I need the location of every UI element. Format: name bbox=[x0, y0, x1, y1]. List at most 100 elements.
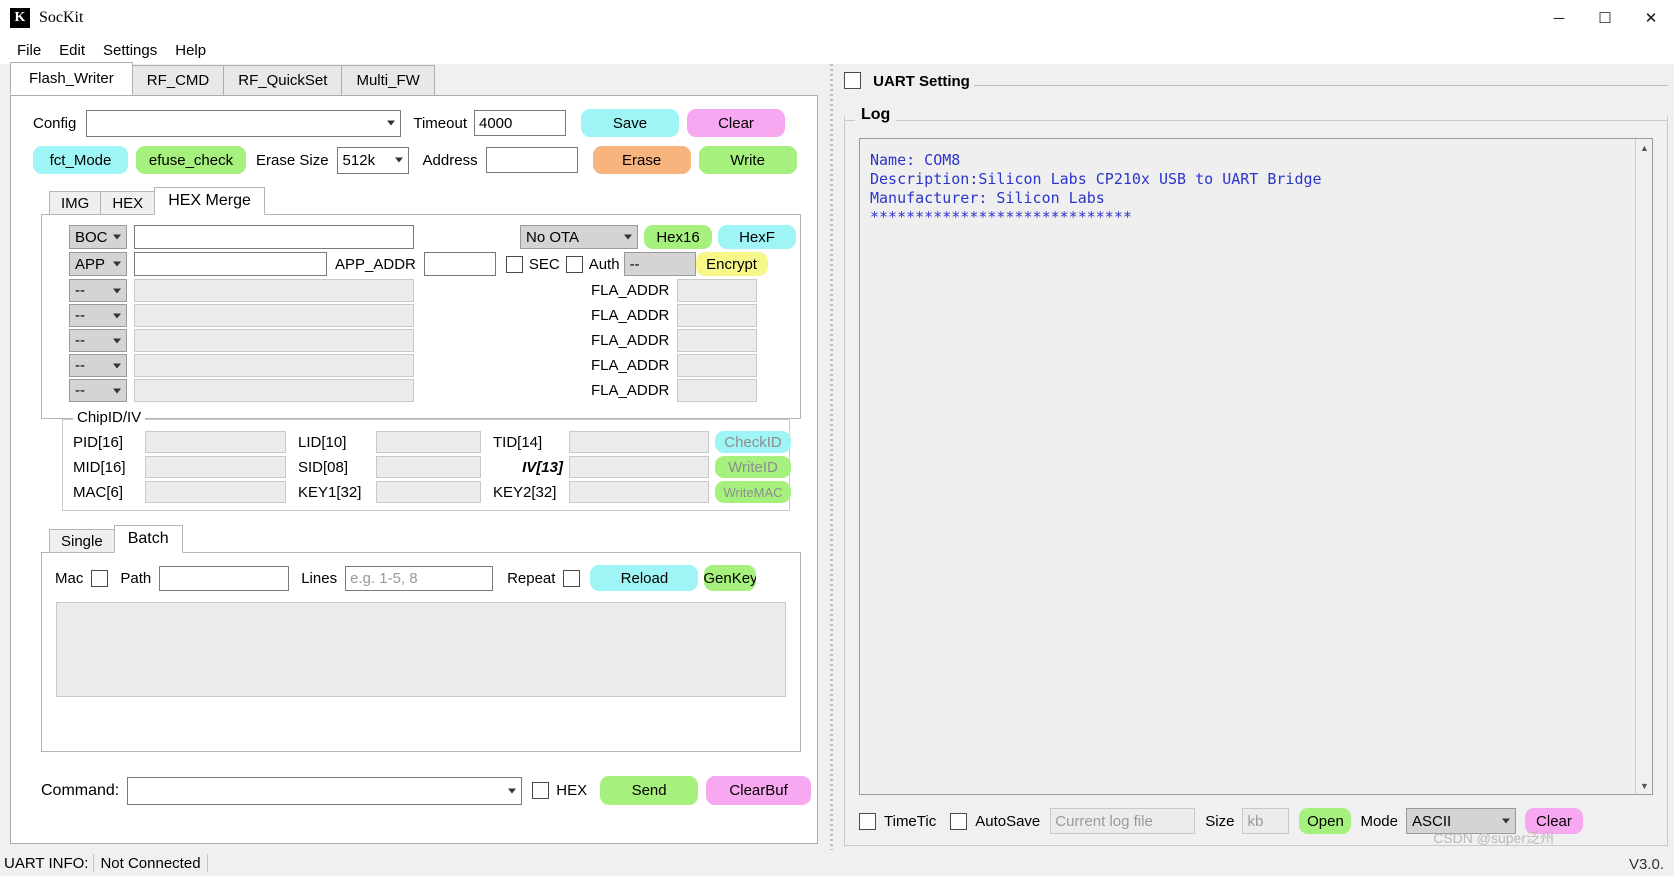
size-input[interactable] bbox=[1242, 808, 1290, 834]
app-type-value: APP bbox=[75, 255, 106, 273]
tab-rf-quickset[interactable]: RF_QuickSet bbox=[223, 65, 343, 95]
extra-path-input-4[interactable] bbox=[134, 354, 414, 377]
command-combobox[interactable] bbox=[127, 776, 523, 805]
app-path-input[interactable] bbox=[134, 252, 327, 276]
chevron-down-icon bbox=[1501, 818, 1510, 824]
erase-size-combobox[interactable]: 512k bbox=[336, 146, 409, 174]
fct-mode-button[interactable]: fct_Mode bbox=[33, 146, 128, 174]
pid-input[interactable] bbox=[145, 431, 286, 453]
extra-type-combobox-2[interactable]: -- bbox=[69, 304, 127, 327]
save-button[interactable]: Save bbox=[581, 109, 679, 137]
log-output[interactable]: Name: COM8 Description:Silicon Labs CP21… bbox=[859, 138, 1653, 795]
tab-hex[interactable]: HEX bbox=[100, 191, 156, 215]
efuse-check-button[interactable]: efuse_check bbox=[136, 146, 246, 174]
tab-multi-fw[interactable]: Multi_FW bbox=[341, 65, 435, 95]
timeout-input[interactable] bbox=[474, 110, 566, 136]
extra-path-input-3[interactable] bbox=[134, 329, 414, 352]
autosave-checkbox[interactable] bbox=[950, 812, 968, 830]
log-text: Name: COM8 Description:Silicon Labs CP21… bbox=[870, 151, 1322, 226]
tid-label: TID[14] bbox=[493, 433, 543, 451]
maximize-icon[interactable]: ☐ bbox=[1582, 0, 1628, 36]
app-addr-input[interactable] bbox=[423, 252, 496, 276]
extra-type-combobox-1[interactable]: -- bbox=[69, 279, 127, 302]
mid-input[interactable] bbox=[145, 456, 286, 478]
write-id-button[interactable]: WriteID bbox=[715, 456, 791, 478]
auth-combobox[interactable]: -- bbox=[623, 252, 696, 276]
erase-button[interactable]: Erase bbox=[592, 146, 691, 174]
pane-splitter[interactable] bbox=[828, 64, 836, 850]
clear-config-button[interactable]: Clear bbox=[687, 109, 785, 137]
lid-input[interactable] bbox=[376, 431, 481, 453]
tid-input[interactable] bbox=[569, 431, 709, 453]
check-id-button[interactable]: CheckID bbox=[715, 431, 791, 453]
uart-setting-checkbox[interactable] bbox=[844, 72, 861, 89]
menu-edit[interactable]: Edit bbox=[50, 40, 94, 61]
tab-rf-cmd[interactable]: RF_CMD bbox=[131, 65, 225, 95]
command-hex-checkbox[interactable] bbox=[532, 782, 550, 799]
fla-addr-input-3[interactable] bbox=[677, 329, 758, 352]
minimize-icon[interactable]: ─ bbox=[1536, 0, 1582, 36]
iv-input[interactable] bbox=[569, 456, 709, 478]
key2-input[interactable] bbox=[569, 481, 709, 503]
batch-controls-row: Mac Path Lines Repeat Reload GenKey bbox=[55, 565, 757, 591]
batch-mac-checkbox[interactable] bbox=[91, 569, 109, 587]
encrypt-button[interactable]: Encrypt bbox=[695, 252, 768, 276]
hexf-button[interactable]: HexF bbox=[718, 225, 796, 249]
menu-settings[interactable]: Settings bbox=[94, 40, 166, 61]
log-legend-right-rule bbox=[896, 119, 1667, 121]
scroll-up-icon[interactable]: ▲ bbox=[1636, 139, 1652, 156]
open-log-button[interactable]: Open bbox=[1299, 808, 1352, 834]
boc-path-input[interactable] bbox=[134, 225, 414, 249]
close-icon[interactable]: ✕ bbox=[1628, 0, 1674, 36]
extra-type-combobox-3[interactable]: -- bbox=[69, 329, 127, 352]
extra-path-input-1[interactable] bbox=[134, 279, 414, 302]
fla-addr-input-4[interactable] bbox=[677, 354, 758, 377]
tab-batch[interactable]: Batch bbox=[113, 525, 183, 553]
hex16-button[interactable]: Hex16 bbox=[644, 225, 712, 249]
sec-checkbox[interactable] bbox=[505, 255, 523, 273]
extra-path-input-5[interactable] bbox=[134, 379, 414, 402]
boc-type-combobox[interactable]: BOC bbox=[69, 225, 127, 249]
key1-label: KEY1[32] bbox=[298, 483, 362, 501]
log-scrollbar[interactable]: ▲ ▼ bbox=[1635, 139, 1652, 794]
menu-help[interactable]: Help bbox=[166, 40, 215, 61]
fla-addr-input-1[interactable] bbox=[677, 279, 758, 302]
fla-addr-input-5[interactable] bbox=[677, 379, 758, 402]
batch-path-input[interactable] bbox=[159, 565, 290, 591]
clearbuf-button[interactable]: ClearBuf bbox=[706, 776, 812, 805]
merge-row: -- FLA_ADDR bbox=[69, 304, 758, 327]
write-mac-button[interactable]: WriteMAC bbox=[715, 481, 791, 503]
address-label: Address bbox=[422, 151, 478, 169]
flash-writer-panel: Config Timeout Save Clear fct_Mode efuse… bbox=[10, 95, 818, 844]
extra-type-value-2: -- bbox=[75, 307, 85, 324]
tab-flash-writer[interactable]: Flash_Writer bbox=[10, 62, 133, 95]
log-file-input[interactable] bbox=[1050, 808, 1196, 834]
timetic-label: TimeTic bbox=[884, 812, 937, 830]
timetic-checkbox[interactable] bbox=[859, 812, 876, 830]
menu-file[interactable]: File bbox=[8, 40, 50, 61]
tab-single[interactable]: Single bbox=[49, 529, 115, 553]
tab-hex-merge[interactable]: HEX Merge bbox=[154, 187, 265, 215]
batch-textarea[interactable] bbox=[56, 602, 786, 697]
chevron-down-icon bbox=[113, 313, 121, 318]
mac-input[interactable] bbox=[145, 481, 286, 503]
scroll-down-icon[interactable]: ▼ bbox=[1636, 777, 1652, 794]
batch-lines-input[interactable] bbox=[345, 565, 494, 591]
batch-repeat-checkbox[interactable] bbox=[563, 569, 581, 587]
extra-path-input-2[interactable] bbox=[134, 304, 414, 327]
reload-button[interactable]: Reload bbox=[590, 565, 699, 591]
write-button[interactable]: Write bbox=[698, 146, 797, 174]
sid-input[interactable] bbox=[376, 456, 481, 478]
send-button[interactable]: Send bbox=[600, 776, 699, 805]
app-type-combobox[interactable]: APP bbox=[69, 252, 127, 276]
config-combobox[interactable] bbox=[86, 109, 402, 137]
genkey-button[interactable]: GenKey bbox=[704, 565, 757, 591]
extra-type-combobox-4[interactable]: -- bbox=[69, 354, 127, 377]
address-input[interactable] bbox=[485, 147, 578, 173]
auth-checkbox[interactable] bbox=[565, 255, 583, 273]
fla-addr-input-2[interactable] bbox=[677, 304, 758, 327]
key1-input[interactable] bbox=[376, 481, 481, 503]
tab-img[interactable]: IMG bbox=[49, 191, 102, 215]
ota-combobox[interactable]: No OTA bbox=[520, 225, 638, 249]
extra-type-combobox-5[interactable]: -- bbox=[69, 379, 127, 402]
